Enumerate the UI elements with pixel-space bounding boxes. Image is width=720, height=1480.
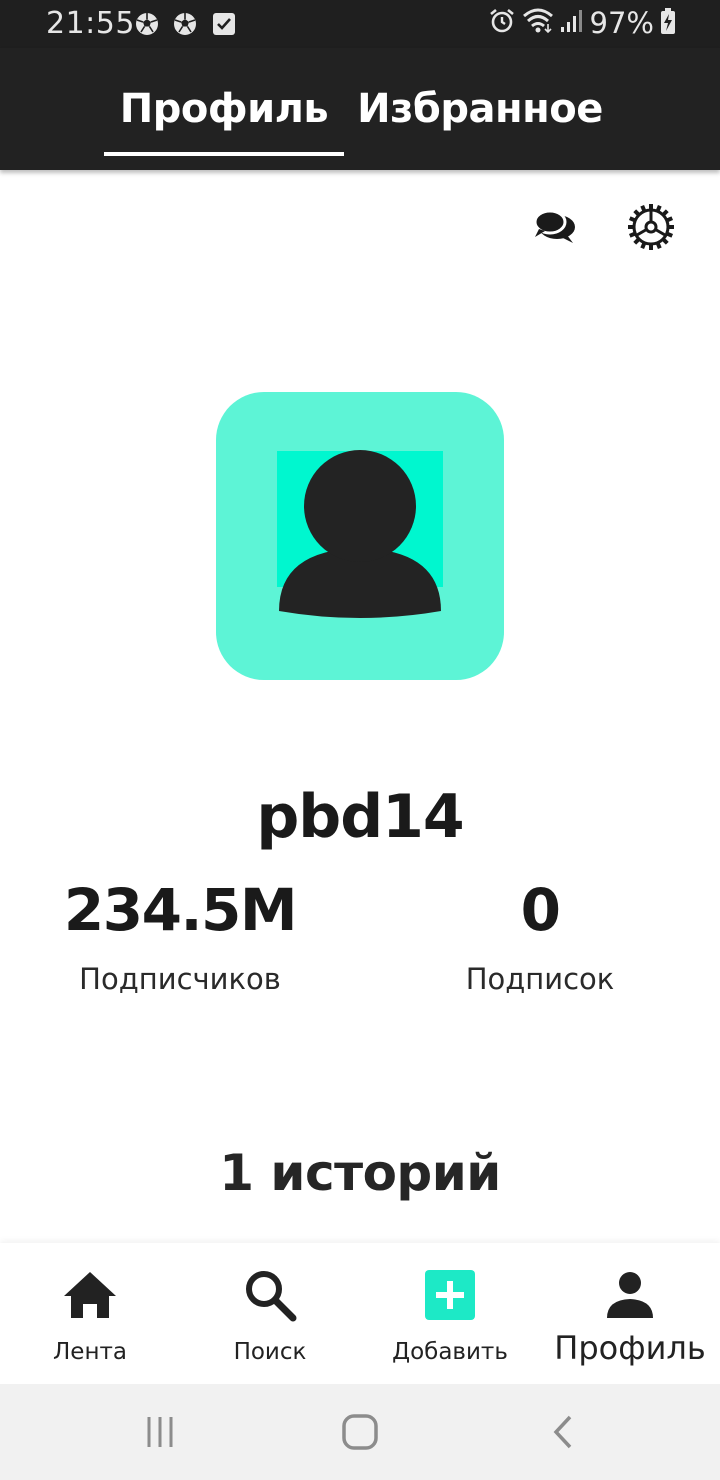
- system-nav-bar: [0, 1384, 720, 1480]
- search-icon: [180, 1267, 360, 1323]
- nav-item-feed[interactable]: Лента: [0, 1243, 180, 1384]
- stories-count-title: 1 историй: [219, 1144, 501, 1202]
- nav-label-profile: Профиль: [554, 1329, 706, 1367]
- checkbox-notification-icon: [212, 11, 238, 37]
- nav-item-search[interactable]: Поиск: [180, 1243, 360, 1384]
- tab-favorites[interactable]: Избранное: [350, 48, 610, 170]
- username: pbd14: [256, 782, 464, 852]
- nav-label-add: Добавить: [392, 1339, 508, 1365]
- back-icon[interactable]: [543, 1412, 583, 1452]
- status-bar: 21:55 97%: [0, 0, 720, 48]
- signal-icon: [560, 8, 584, 39]
- home-icon: [0, 1267, 180, 1323]
- battery-percent: 97%: [589, 6, 654, 40]
- bottom-nav: Лента Поиск Добавить Профиль: [0, 1243, 720, 1384]
- settings-icon[interactable]: [626, 202, 676, 252]
- nav-label-feed: Лента: [53, 1339, 127, 1365]
- alarm-icon: [488, 7, 516, 40]
- nav-item-add[interactable]: Добавить: [360, 1243, 540, 1384]
- chat-icon[interactable]: [530, 202, 580, 252]
- status-time: 21:55: [46, 6, 135, 41]
- following-count[interactable]: 0: [420, 876, 660, 944]
- person-icon: [540, 1267, 720, 1323]
- followers-label[interactable]: Подписчиков: [40, 962, 320, 996]
- followers-count[interactable]: 234.5M: [40, 876, 320, 944]
- wifi-icon: [522, 7, 554, 40]
- top-tab-bar: Профиль Избранное: [0, 48, 720, 170]
- recents-icon[interactable]: [140, 1412, 180, 1452]
- soccer-ball-icon: [172, 11, 198, 37]
- profile-avatar[interactable]: [216, 392, 504, 680]
- status-right-group: 97%: [488, 6, 676, 40]
- soccer-ball-icon: [134, 11, 160, 37]
- battery-charging-icon: [660, 7, 676, 40]
- active-tab-indicator: [104, 152, 344, 156]
- add-icon: [360, 1267, 540, 1323]
- nav-item-profile[interactable]: Профиль: [540, 1243, 720, 1384]
- following-label[interactable]: Подписок: [420, 962, 660, 996]
- home-button-icon[interactable]: [340, 1412, 380, 1452]
- nav-label-search: Поиск: [233, 1339, 307, 1365]
